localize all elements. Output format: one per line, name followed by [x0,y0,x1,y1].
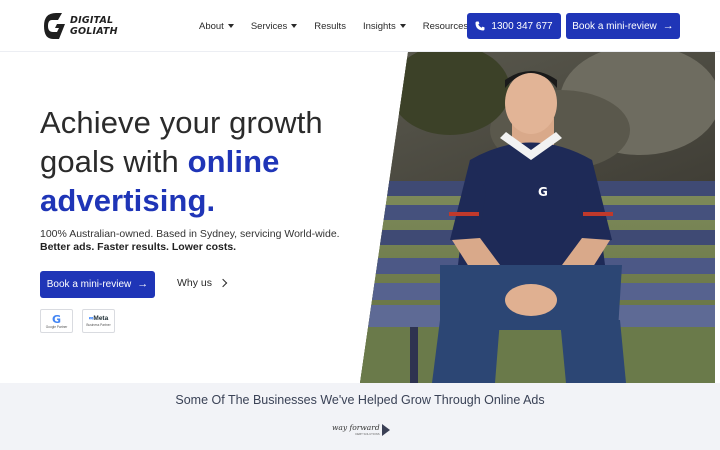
nav-services[interactable]: Services [250,20,298,32]
book-review-hero-button[interactable]: Book a mini-review → [40,271,155,298]
book-review-header-label: Book a mini-review [572,20,657,32]
hero-title: Achieve your growth goals with online ad… [40,103,360,220]
why-us-label: Why us [177,277,213,289]
client-logo-way-forward: way forward DEBT SOLUTIONS [332,423,390,436]
nav-results[interactable]: Results [314,21,346,32]
svg-text:G: G [538,185,548,199]
phone-button-label: 1300 347 677 [491,20,553,32]
clients-title: Some Of The Businesses We've Helped Grow… [175,393,545,407]
logo-line1: DIGITAL [70,15,114,26]
goliath-logo-icon [44,13,65,39]
nav-about[interactable]: About [199,21,234,32]
google-partner-badge: G Google Partner [40,309,73,333]
meta-partner-caption: Business Partner [86,323,111,327]
chevron-mark-icon [381,423,390,436]
caret-down-icon [291,24,298,28]
logo-line2: GOLIATH [70,26,118,37]
chevron-right-icon [218,278,228,288]
nav-results-label: Results [314,20,346,32]
site-header: DIGITAL GOLIATH About Services Results I… [0,0,720,52]
book-review-header-button[interactable]: Book a mini-review → [566,13,680,39]
main-nav: About Services Results Insights Resource… [199,0,495,52]
google-partner-caption: Google Partner [45,324,68,329]
nav-services-label: Services [250,20,288,32]
logo[interactable]: DIGITAL GOLIATH [44,11,118,41]
phone-button[interactable]: 1300 347 677 [467,13,561,39]
arrow-right-icon: → [137,278,149,290]
logo-wordmark: DIGITAL GOLIATH [70,15,118,37]
google-logo-icon: G [51,312,62,326]
nav-about-label: About [199,20,224,32]
meta-partner-badge: ∞Meta Business Partner [82,309,115,333]
client-logo-caption: DEBT SOLUTIONS [355,432,380,436]
hero-tagline: Better ads. Faster results. Lower costs. [40,241,237,253]
hero-subtitle: 100% Australian-owned. Based in Sydney, … [40,228,340,240]
hero-title-main: Achieve your growth goals with [40,105,323,179]
meta-logo-icon: ∞Meta [88,315,109,322]
client-logo-name: way forward [332,423,380,432]
arrow-right-icon: → [662,19,674,32]
phone-icon [475,21,485,31]
caret-down-icon [227,24,234,28]
book-review-hero-label: Book a mini-review [46,279,132,290]
nav-insights-label: Insights [362,20,396,32]
nav-resources-label: Resources [422,20,469,32]
caret-down-icon [399,24,406,28]
why-us-link[interactable]: Why us [177,277,228,289]
nav-insights[interactable]: Insights [363,21,406,32]
meta-wordmark: Meta [93,315,109,322]
